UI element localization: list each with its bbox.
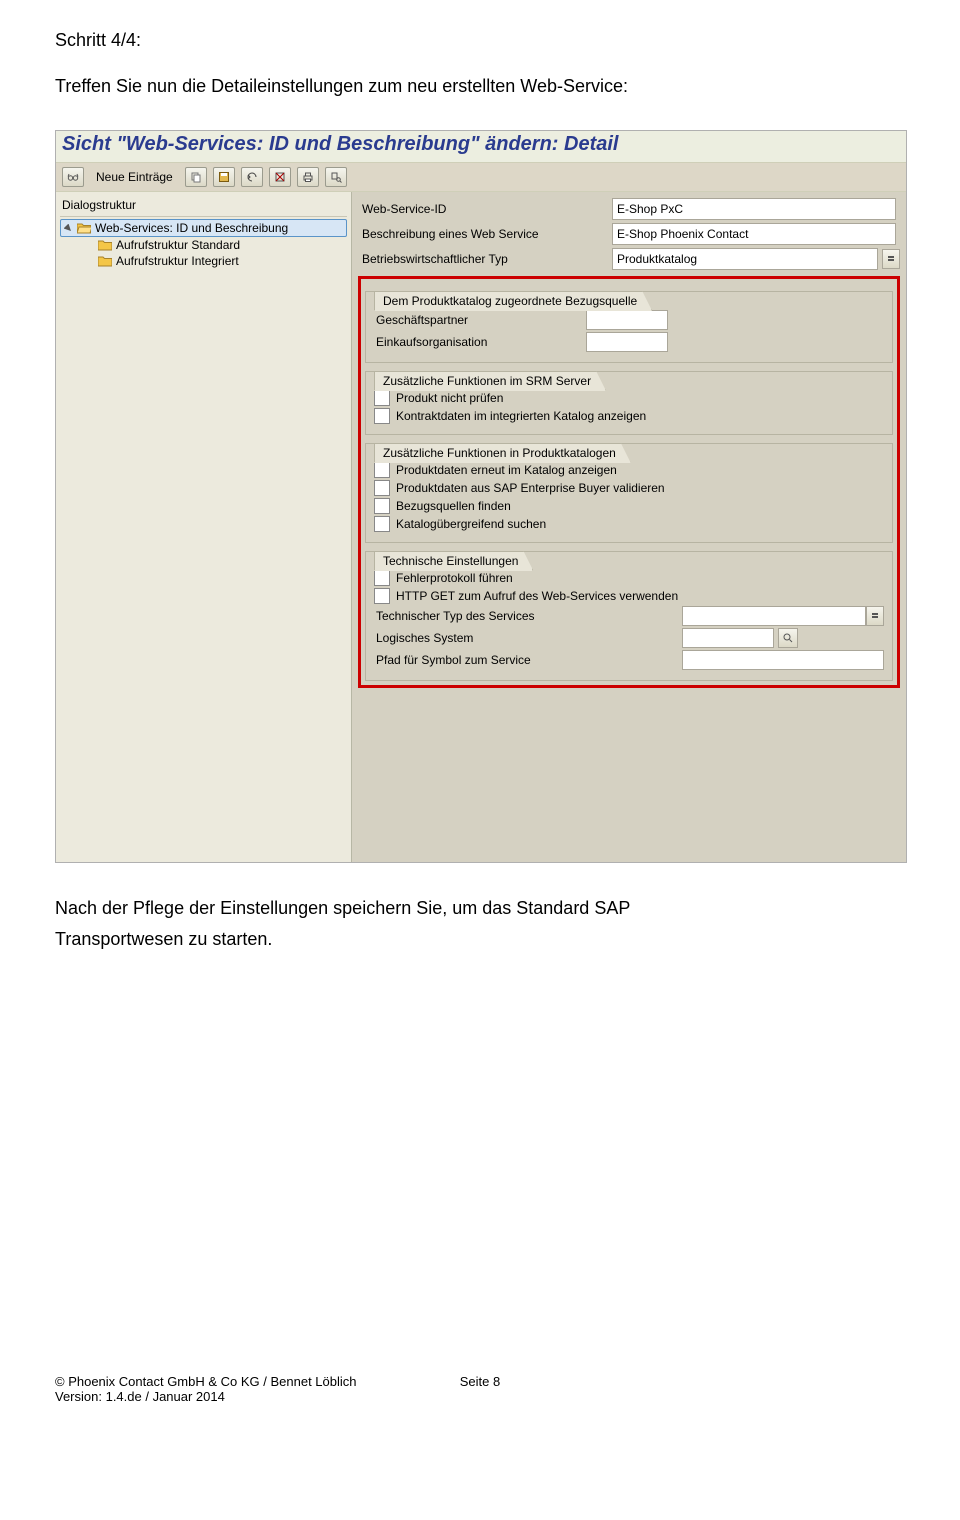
checkbox-label: Katalogübergreifend suchen [396,517,546,531]
group-title: Zusätzliche Funktionen in Produktkatalog… [374,443,631,463]
toolbar-btn-find-icon[interactable] [325,167,347,187]
toolbar-btn-glasses-icon[interactable] [62,167,84,187]
field-label-logsys: Logisches System [374,631,676,645]
outro-line1: Nach der Pflege der Einstellungen speich… [55,898,630,918]
checkbox-label: Produktdaten aus SAP Enterprise Buyer va… [396,481,665,495]
footer-copyright: © Phoenix Contact GmbH & Co KG / Bennet … [55,1374,357,1389]
page-footer: © Phoenix Contact GmbH & Co KG / Bennet … [0,1374,960,1434]
tree-panel: Dialogstruktur Web-Services: ID und Besc… [56,192,352,862]
outro-text: Nach der Pflege der Einstellungen speich… [55,893,905,954]
folder-icon [98,255,112,267]
field-value-type[interactable]: Produktkatalog [612,248,878,270]
toolbar-new-entries[interactable]: Neue Einträge [90,170,179,184]
field-input-iconpath[interactable] [682,650,884,670]
checkbox-label: HTTP GET zum Aufruf des Web-Services ver… [396,589,678,603]
field-value-description[interactable]: E-Shop Phoenix Contact [612,223,896,245]
group-srm: Zusätzliche Funktionen im SRM Server Pro… [365,371,893,435]
dropdown-icon[interactable] [866,606,884,626]
field-input-tech-type[interactable] [682,606,866,626]
detail-panel: Web-Service-ID E-Shop PxC Beschreibung e… [352,192,906,862]
field-label-iconpath: Pfad für Symbol zum Service [374,653,676,667]
footer-version: Version: 1.4.de / Januar 2014 [55,1389,225,1404]
toolbar-btn-undo-icon[interactable] [241,167,263,187]
checkbox-label: Bezugsquellen finden [396,499,511,513]
expander-icon[interactable] [63,223,73,233]
checkbox[interactable] [374,480,390,496]
field-input-logsys[interactable] [682,628,774,648]
footer-page-number: Seite 8 [460,1374,500,1389]
highlighted-settings-area: Dem Produktkatalog zugeordnete Bezugsque… [358,276,900,688]
checkbox[interactable] [374,408,390,424]
tree-item-child-1[interactable]: Aufrufstruktur Standard [60,237,347,253]
folder-open-icon [77,222,91,234]
checkbox-label: Produktdaten erneut im Katalog anzeigen [396,463,617,477]
group-title: Technische Einstellungen [374,551,533,571]
outro-line2: Transportwesen zu starten. [55,929,272,949]
group-source: Dem Produktkatalog zugeordnete Bezugsque… [365,291,893,363]
field-label-type: Betriebswirtschaftlicher Typ [358,252,612,266]
checkbox-label: Produkt nicht prüfen [396,391,503,405]
tree-item-root[interactable]: Web-Services: ID und Beschreibung [60,219,347,237]
field-label-einkorg: Einkaufsorganisation [374,335,586,349]
toolbar-btn-copy-icon[interactable] [185,167,207,187]
field-label-partner: Geschäftspartner [374,313,586,327]
group-technical: Technische Einstellungen Fehlerprotokoll… [365,551,893,681]
field-input-einkorg[interactable] [586,332,668,352]
sap-gui-window: Sicht "Web-Services: ID und Beschreibung… [55,130,907,863]
tree-header: Dialogstruktur [60,196,347,217]
sap-toolbar: Neue Einträge [56,162,906,192]
field-label-description: Beschreibung eines Web Service [358,227,612,241]
folder-icon [98,239,112,251]
search-help-icon[interactable] [778,628,798,648]
tree-item-child-2[interactable]: Aufrufstruktur Integriert [60,253,347,269]
dropdown-icon[interactable] [882,249,900,269]
tree-item-label: Web-Services: ID und Beschreibung [95,221,288,235]
intro-text: Treffen Sie nun die Detaileinstellungen … [55,73,905,100]
tree-item-label: Aufrufstruktur Integriert [116,254,239,268]
toolbar-btn-save-icon[interactable] [213,167,235,187]
checkbox[interactable] [374,498,390,514]
checkbox-label: Kontraktdaten im integrierten Katalog an… [396,409,646,423]
step-heading: Schritt 4/4: [55,30,905,51]
checkbox[interactable] [374,390,390,406]
group-catalog: Zusätzliche Funktionen in Produktkatalog… [365,443,893,543]
sap-title: Sicht "Web-Services: ID und Beschreibung… [56,131,906,162]
group-title: Dem Produktkatalog zugeordnete Bezugsque… [374,291,652,311]
checkbox[interactable] [374,570,390,586]
checkbox-label: Fehlerprotokoll führen [396,571,513,585]
checkbox[interactable] [374,588,390,604]
checkbox[interactable] [374,516,390,532]
field-label-tech-type: Technischer Typ des Services [374,609,676,623]
group-title: Zusätzliche Funktionen im SRM Server [374,371,606,391]
checkbox[interactable] [374,462,390,478]
field-value-webservice-id[interactable]: E-Shop PxC [612,198,896,220]
tree-item-label: Aufrufstruktur Standard [116,238,240,252]
toolbar-btn-delete-icon[interactable] [269,167,291,187]
field-input-partner[interactable] [586,310,668,330]
toolbar-btn-print-icon[interactable] [297,167,319,187]
field-label-webservice-id: Web-Service-ID [358,202,612,216]
